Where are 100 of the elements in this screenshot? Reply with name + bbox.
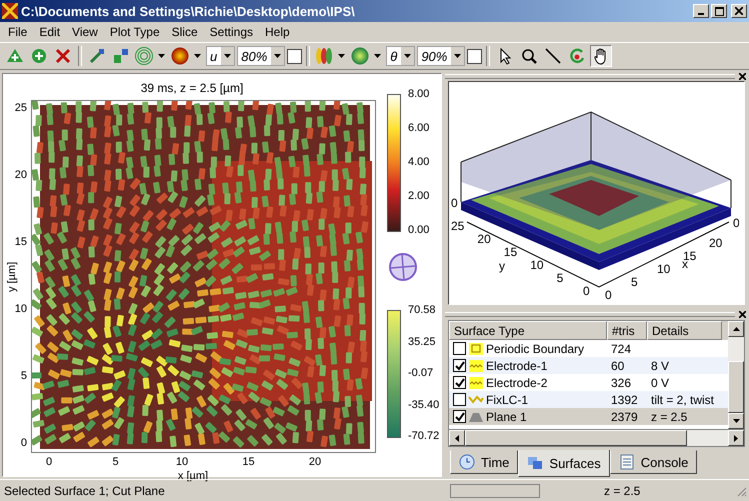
table-row[interactable]: Plane 1 2379 z = 2.5 xyxy=(449,408,728,425)
row-checkbox[interactable] xyxy=(453,376,466,389)
table-cell-text: 2379 xyxy=(610,410,639,424)
surface-name: Electrode-1 xyxy=(486,358,548,372)
panel-tab[interactable]: Surfaces xyxy=(518,450,610,477)
ellipses-icon xyxy=(314,46,334,66)
zigzag-icon xyxy=(468,392,484,406)
table-row[interactable]: FixLC-1 1392 tilt = 2, twist xyxy=(449,391,728,408)
table-cell-text: 724 xyxy=(610,342,632,356)
column-header[interactable]: Surface Type xyxy=(449,321,607,340)
value-dropdown[interactable]: 90% xyxy=(417,46,466,66)
down-arrow-icon xyxy=(732,419,740,423)
colorbar-label: 6.00 xyxy=(408,122,430,134)
colorbar-label: 4.00 xyxy=(408,156,430,168)
x-tick-label: 0 xyxy=(605,288,612,302)
x-tick-label: 20 xyxy=(709,236,722,250)
caret-icon xyxy=(274,54,282,58)
toolbar-checkbox[interactable] xyxy=(287,48,302,64)
menu-item[interactable]: Settings xyxy=(204,25,260,39)
toolbar-checkbox[interactable] xyxy=(467,48,482,64)
colorbar-label: 2.00 xyxy=(408,190,430,202)
left-arrow-icon xyxy=(455,434,459,442)
table-cell: z = 2.5 xyxy=(651,410,688,424)
value-dropdown[interactable]: 80% xyxy=(237,46,286,66)
table-row[interactable]: Electrode-1 60 8 V xyxy=(449,357,728,374)
x-axis-label: x [µm] xyxy=(176,470,210,482)
window-title: C:\Documents and Settings\Richie\Desktop\demo\IPS\ xyxy=(21,4,356,18)
horizontal-scrollbar[interactable] xyxy=(448,430,745,447)
value-dropdown[interactable]: θ xyxy=(386,46,416,66)
y-tick-label: 10 xyxy=(530,258,544,272)
close-button[interactable] xyxy=(731,4,747,18)
maximize-button[interactable] xyxy=(711,4,727,18)
rings-icon xyxy=(134,46,154,66)
close-icon[interactable] xyxy=(739,310,746,318)
column-header[interactable]: #tris xyxy=(607,321,647,340)
y-tick-label: 5 xyxy=(556,270,564,284)
panel-tab[interactable]: Console xyxy=(610,450,698,474)
x-tick-label: 0 xyxy=(46,456,52,468)
x-tick-label: 10 xyxy=(176,456,188,468)
rotate-icon xyxy=(568,47,586,65)
status-coordinate: z = 2.5 xyxy=(604,484,642,498)
x-tick-label: 20 xyxy=(308,456,322,468)
surface-name: FixLC-1 xyxy=(486,392,528,406)
triangle-plus-icon xyxy=(6,47,24,65)
row-checkbox[interactable] xyxy=(453,393,466,406)
table-row[interactable]: Periodic Boundary 724 xyxy=(449,340,728,357)
pan-tool[interactable] xyxy=(590,45,612,67)
menu-item[interactable]: Plot Type xyxy=(104,25,166,39)
caret-icon xyxy=(454,54,462,58)
row-checkbox[interactable] xyxy=(453,342,466,355)
surface-name: Plane 1 xyxy=(486,410,527,424)
x-tick-label: 10 xyxy=(657,262,670,276)
value-dropdown[interactable]: u xyxy=(206,46,236,66)
layers-icon xyxy=(527,455,544,471)
caret-icon xyxy=(404,54,412,58)
resize-grip-icon xyxy=(735,484,747,496)
close-icon xyxy=(735,7,743,15)
plot-title: 39 ms, z = 2.5 [µm] xyxy=(140,80,244,95)
rings-dropdown[interactable] xyxy=(134,46,168,66)
table-cell: 8 V xyxy=(651,358,670,372)
plus-circle-icon xyxy=(30,47,48,65)
up-arrow-icon xyxy=(732,327,740,331)
menu-item[interactable]: Edit xyxy=(33,25,66,39)
colorbar-label: 0.00 xyxy=(408,224,430,236)
x-tick-label: 15 xyxy=(242,456,255,468)
y-tick-label: 25 xyxy=(451,218,464,232)
y-tick-label: 0 xyxy=(20,437,27,449)
x-tick-label: 5 xyxy=(112,456,119,468)
column-header[interactable]: Details xyxy=(647,321,722,340)
surface-name: Periodic Boundary xyxy=(486,342,584,356)
right-arrow-icon xyxy=(734,434,738,442)
menu-item[interactable]: Slice xyxy=(166,25,204,39)
y-tick-label: 10 xyxy=(14,303,27,315)
maximize-icon xyxy=(714,6,724,16)
y-tick-label: 15 xyxy=(504,244,518,258)
table-cell-text: 60 xyxy=(610,358,626,372)
table-row[interactable]: Electrode-2 326 0 V xyxy=(449,374,728,391)
row-checkbox[interactable] xyxy=(453,359,466,372)
y-tick-label: 25 xyxy=(14,102,27,114)
y-tick-label: 20 xyxy=(14,169,27,181)
sphere-dropdown[interactable] xyxy=(170,46,204,66)
x-tick-label: 15 xyxy=(683,248,696,262)
menu-item[interactable]: File xyxy=(2,25,34,39)
caret-icon xyxy=(338,54,346,58)
colorbar-label: -70.72 xyxy=(408,430,440,442)
panel-tab[interactable]: Time xyxy=(450,450,518,474)
search-icon xyxy=(520,47,538,65)
row-checkbox[interactable] xyxy=(453,410,466,423)
close-icon[interactable] xyxy=(739,73,746,80)
caret-icon xyxy=(374,54,382,58)
menu-item[interactable]: Help xyxy=(259,25,296,39)
colorbar-label: -0.07 xyxy=(408,367,434,380)
crosshair-disc-icon xyxy=(388,252,418,282)
app-icon xyxy=(2,3,18,19)
colorbar-label: 70.58 xyxy=(408,304,436,316)
minimize-button[interactable] xyxy=(693,4,709,18)
shapes-icon xyxy=(112,47,130,65)
menu-item[interactable]: View xyxy=(66,25,104,39)
vertical-scrollbar[interactable] xyxy=(728,321,744,429)
caret-icon xyxy=(224,54,232,58)
